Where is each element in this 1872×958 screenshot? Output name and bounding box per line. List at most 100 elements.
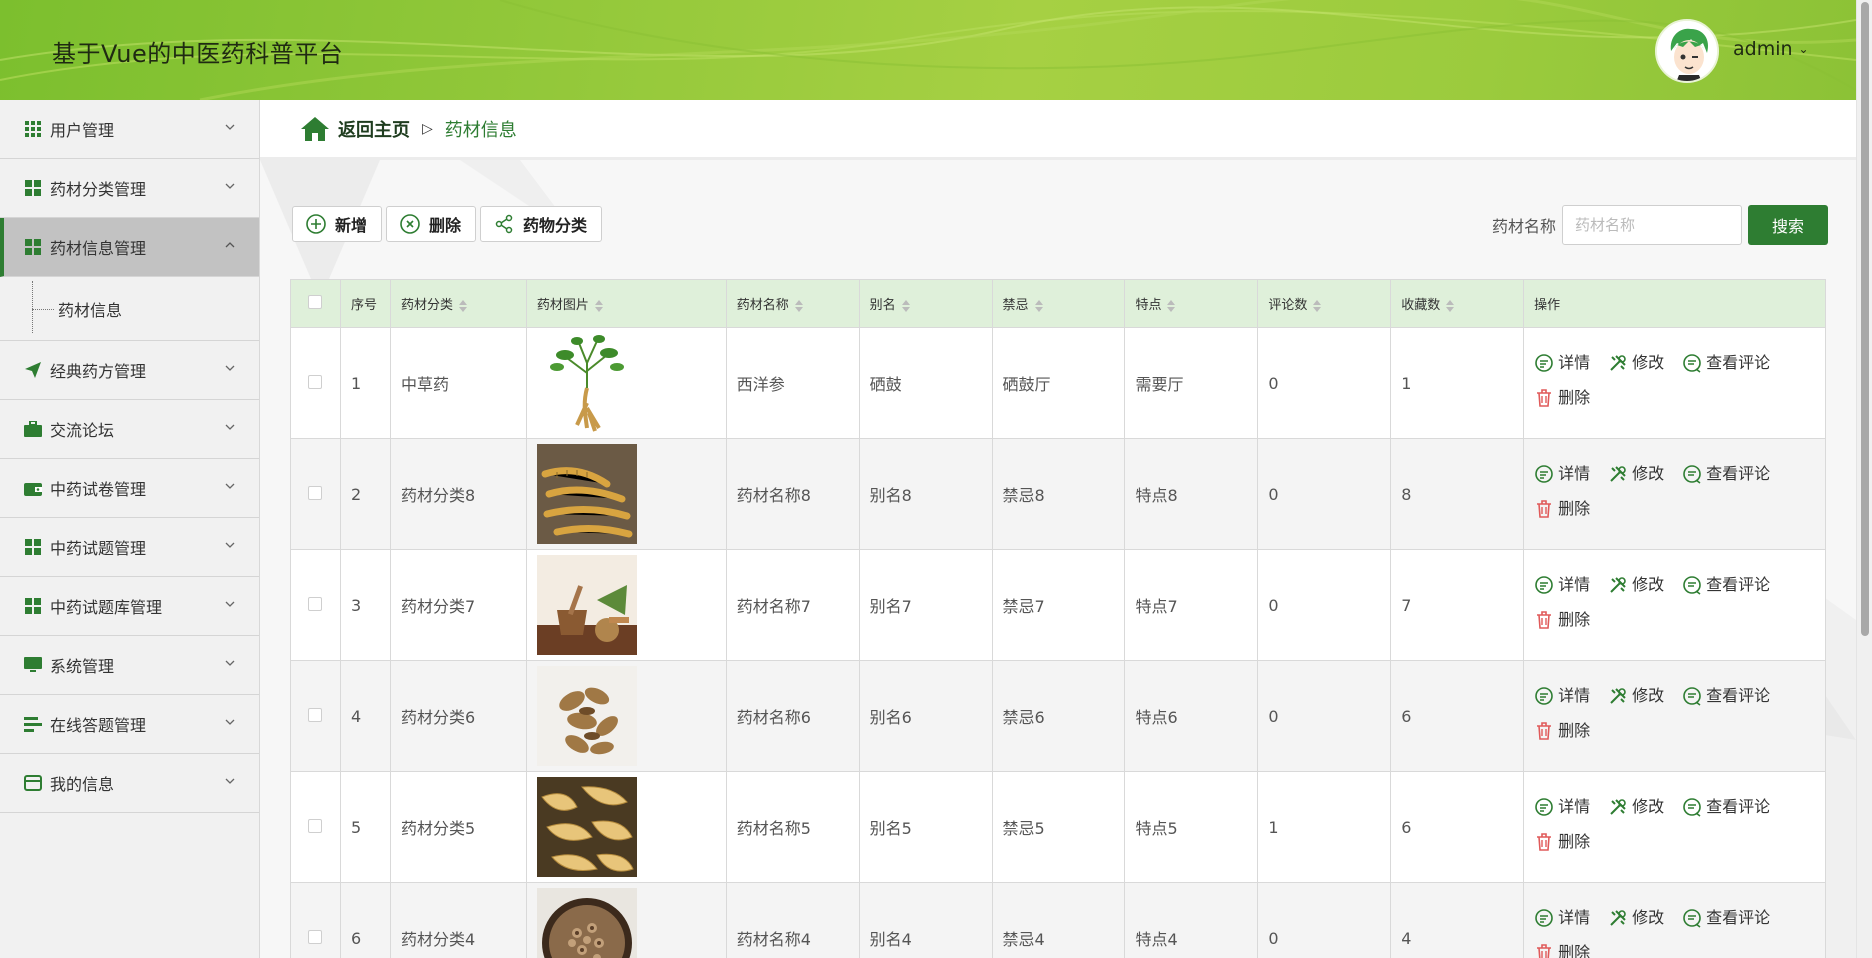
row-checkbox[interactable] xyxy=(308,374,323,389)
view-comments-action[interactable]: 查看评论 xyxy=(1682,348,1770,378)
list-icon xyxy=(24,715,42,733)
view-comments-action[interactable]: 查看评论 xyxy=(1682,681,1770,711)
table-row[interactable]: 6 药材分类4 药材名称4 别名4 禁忌4 特点4 0 4 详情 修改 查看评论 删除 xyxy=(290,882,1826,958)
delete-action[interactable]: 删除 xyxy=(1534,383,1590,413)
sort-icon[interactable] xyxy=(458,299,467,312)
delete-action[interactable]: 删除 xyxy=(1534,827,1590,857)
vertical-scrollbar[interactable] xyxy=(1856,0,1872,958)
table-row[interactable]: 1 中草药 西洋参 硒鼓 硒鼓厅 需要厅 0 1 详情 修改 查看评论 删除 xyxy=(290,327,1826,439)
herb-image[interactable] xyxy=(536,555,637,655)
cell-feature: 特点8 xyxy=(1124,438,1259,550)
sidebar-item-label: 在线答题管理 xyxy=(50,716,147,735)
herb-image[interactable] xyxy=(536,666,637,766)
sort-icon[interactable] xyxy=(1446,299,1455,312)
column-header-favorites[interactable]: 收藏数 xyxy=(1390,279,1525,328)
sort-icon[interactable] xyxy=(901,299,910,312)
detail-action[interactable]: 详情 xyxy=(1534,459,1590,489)
herb-image[interactable] xyxy=(536,444,637,544)
cell-image xyxy=(525,771,727,883)
user-menu[interactable]: admin ⌄ xyxy=(1733,38,1809,60)
view-comments-action[interactable]: 查看评论 xyxy=(1682,792,1770,822)
row-checkbox[interactable] xyxy=(308,707,323,722)
cell-favorites: 6 xyxy=(1390,771,1525,883)
breadcrumb-home-link[interactable]: 返回主页 xyxy=(338,116,410,142)
table-row[interactable]: 4 药材分类6 药材名称6 别名6 禁忌6 特点6 0 6 详情 修改 查看评论 删除 xyxy=(290,660,1826,772)
sidebar-item-system-management[interactable]: 系统管理 xyxy=(0,636,259,695)
view-comments-action[interactable]: 查看评论 xyxy=(1682,903,1770,933)
cell-alias: 别名4 xyxy=(858,882,993,958)
delete-action[interactable]: 删除 xyxy=(1534,494,1590,524)
detail-action[interactable]: 详情 xyxy=(1534,681,1590,711)
table-body: 1 中草药 西洋参 硒鼓 硒鼓厅 需要厅 0 1 详情 修改 查看评论 删除 2 药材分类8 药材名称8 别名… xyxy=(290,327,1826,958)
detail-action[interactable]: 详情 xyxy=(1534,570,1590,600)
column-header-comments[interactable]: 评论数 xyxy=(1257,279,1392,328)
edit-action[interactable]: 修改 xyxy=(1608,792,1664,822)
row-checkbox[interactable] xyxy=(308,485,323,500)
edit-action[interactable]: 修改 xyxy=(1608,681,1664,711)
column-header-no: 序号 xyxy=(339,279,391,328)
delete-action[interactable]: 删除 xyxy=(1534,938,1590,958)
avatar[interactable] xyxy=(1655,19,1719,83)
sort-icon[interactable] xyxy=(1313,299,1322,312)
detail-icon xyxy=(1534,797,1554,817)
herb-image[interactable] xyxy=(536,888,637,958)
column-header-category[interactable]: 药材分类 xyxy=(389,279,527,328)
trash-icon xyxy=(1534,388,1554,408)
table-row[interactable]: 3 药材分类7 药材名称7 别名7 禁忌7 特点7 0 7 详情 修改 查看评论 删除 xyxy=(290,549,1826,661)
sidebar-item-my-info[interactable]: 我的信息 xyxy=(0,754,259,813)
edit-action[interactable]: 修改 xyxy=(1608,348,1664,378)
table-row[interactable]: 5 药材分类5 药材名称5 别名5 禁忌5 特点5 1 6 详情 修改 查看评论 删除 xyxy=(290,771,1826,883)
cell-feature: 特点4 xyxy=(1124,882,1259,958)
sort-icon[interactable] xyxy=(794,299,803,312)
grid-icon xyxy=(24,597,42,615)
sidebar-item-prescription-management[interactable]: 经典药方管理 xyxy=(0,341,259,400)
row-checkbox[interactable] xyxy=(308,596,323,611)
sidebar-item-question-bank-management[interactable]: 中药试题库管理 xyxy=(0,577,259,636)
sort-icon[interactable] xyxy=(594,299,603,312)
cell-favorites: 1 xyxy=(1390,327,1525,439)
cell-no: 4 xyxy=(339,660,391,772)
select-all-checkbox[interactable] xyxy=(308,294,323,309)
herb-image[interactable] xyxy=(536,333,637,433)
detail-action[interactable]: 详情 xyxy=(1534,792,1590,822)
sidebar-item-online-quiz-management[interactable]: 在线答题管理 xyxy=(0,695,259,754)
table-row[interactable]: 2 药材分类8 药材名称8 别名8 禁忌8 特点8 0 8 详情 修改 查看评论 删除 xyxy=(290,438,1826,550)
sidebar-item-user-management[interactable]: 用户管理 xyxy=(0,100,259,159)
sort-icon[interactable] xyxy=(1167,299,1176,312)
edit-action[interactable]: 修改 xyxy=(1608,903,1664,933)
sort-icon[interactable] xyxy=(1034,299,1043,312)
herb-image[interactable] xyxy=(536,777,637,877)
column-header-feature[interactable]: 特点 xyxy=(1124,279,1259,328)
column-header-image[interactable]: 药材图片 xyxy=(525,279,727,328)
sidebar-item-forum[interactable]: 交流论坛 xyxy=(0,400,259,459)
column-header-taboo[interactable]: 禁忌 xyxy=(991,279,1126,328)
edit-action[interactable]: 修改 xyxy=(1608,570,1664,600)
row-checkbox[interactable] xyxy=(308,818,323,833)
column-header-alias[interactable]: 别名 xyxy=(858,279,993,328)
home-icon[interactable] xyxy=(300,116,330,142)
detail-action[interactable]: 详情 xyxy=(1534,903,1590,933)
search-input[interactable] xyxy=(1562,205,1742,245)
delete-action[interactable]: 删除 xyxy=(1534,605,1590,635)
view-comments-action[interactable]: 查看评论 xyxy=(1682,459,1770,489)
column-header-name[interactable]: 药材名称 xyxy=(725,279,860,328)
view-comments-action[interactable]: 查看评论 xyxy=(1682,570,1770,600)
category-button[interactable]: 药物分类 xyxy=(480,206,603,242)
cell-category: 药材分类7 xyxy=(389,549,527,661)
edit-action[interactable]: 修改 xyxy=(1608,459,1664,489)
sidebar-item-category-management[interactable]: 药材分类管理 xyxy=(0,159,259,218)
delete-action[interactable]: 删除 xyxy=(1534,716,1590,746)
cell-feature: 特点7 xyxy=(1124,549,1259,661)
sidebar-subitem-herb-info[interactable]: 药材信息 xyxy=(0,277,259,341)
detail-action[interactable]: 详情 xyxy=(1534,348,1590,378)
add-button[interactable]: 新增 xyxy=(292,206,383,242)
cell-comments: 0 xyxy=(1257,660,1392,772)
sidebar-item-herb-info-management[interactable]: 药材信息管理 xyxy=(0,218,259,277)
row-checkbox[interactable] xyxy=(308,929,323,944)
delete-button[interactable]: 删除 xyxy=(386,206,477,242)
sidebar-item-exam-paper-management[interactable]: 中药试卷管理 xyxy=(0,459,259,518)
tools-icon xyxy=(1608,575,1628,595)
scrollbar-thumb[interactable] xyxy=(1861,2,1869,636)
sidebar-item-question-management[interactable]: 中药试题管理 xyxy=(0,518,259,577)
search-button[interactable]: 搜索 xyxy=(1748,205,1828,245)
